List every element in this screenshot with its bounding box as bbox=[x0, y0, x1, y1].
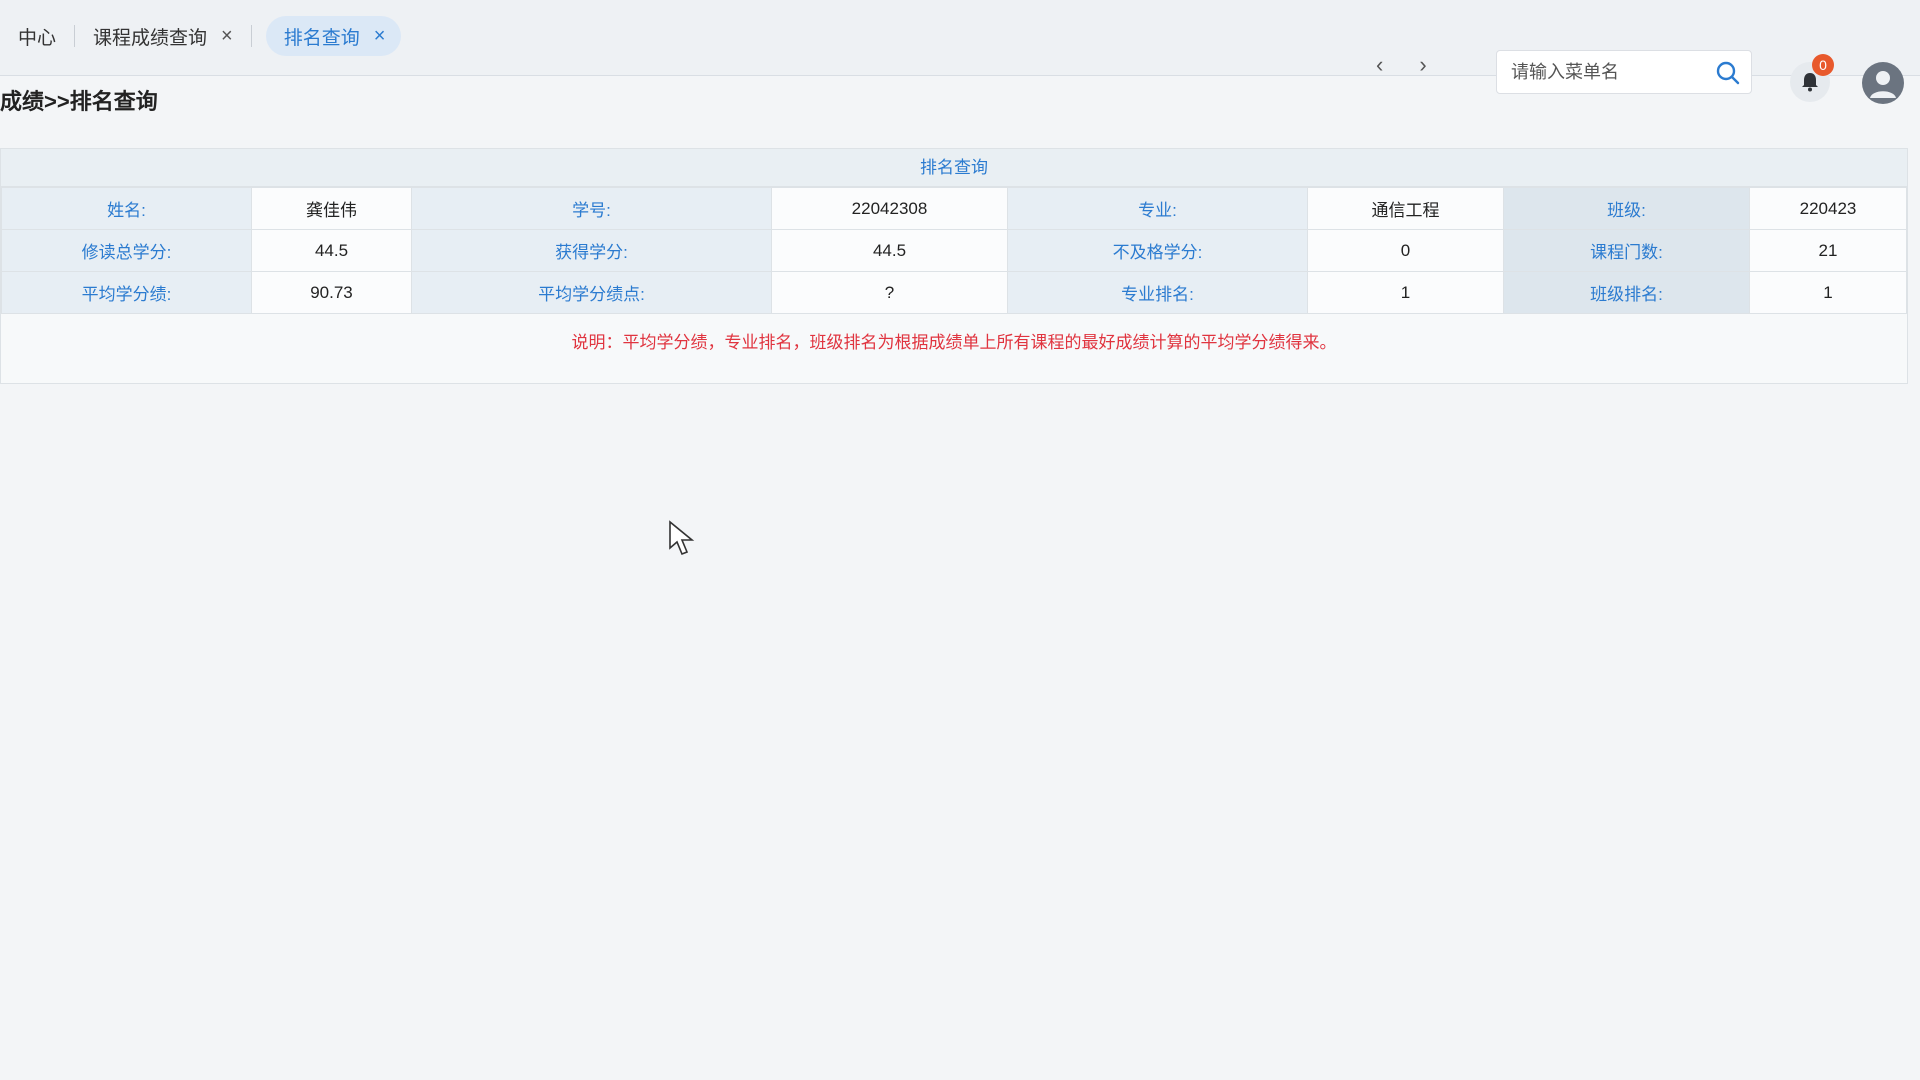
menu-search bbox=[1496, 50, 1752, 94]
major-rank-value: 1 bbox=[1307, 271, 1504, 314]
tab-label: 中心 bbox=[18, 27, 57, 49]
table-row: 修读总学分: 44.5 获得学分: 44.5 不及格学分: 0 课程门数: 21 bbox=[1, 229, 1907, 272]
gpa-value: ? bbox=[771, 271, 1008, 314]
close-icon[interactable]: × bbox=[221, 25, 233, 48]
failed-credits-label: 不及格学分: bbox=[1007, 229, 1308, 272]
course-count-label: 课程门数: bbox=[1503, 229, 1750, 272]
tab-strip: 中心 课程成绩查询 × 排名查询 × bbox=[0, 14, 402, 58]
class-label: 班级: bbox=[1503, 187, 1750, 230]
tab-course-grades[interactable]: 课程成绩查询 × bbox=[75, 16, 251, 56]
avg-score-value: 90.73 bbox=[251, 271, 412, 314]
gpa-label: 平均学分绩点: bbox=[411, 271, 772, 314]
tab-center[interactable]: 中心 bbox=[0, 16, 74, 56]
close-icon[interactable]: × bbox=[374, 25, 386, 48]
course-count-value: 21 bbox=[1749, 229, 1907, 272]
total-credits-label: 修读总学分: bbox=[1, 229, 252, 272]
name-label: 姓名: bbox=[1, 187, 252, 230]
tab-label: 排名查询 bbox=[283, 27, 360, 49]
tab-ranking[interactable]: 排名查询 × bbox=[265, 16, 402, 56]
major-label: 专业: bbox=[1007, 187, 1308, 230]
major-rank-label: 专业排名: bbox=[1007, 271, 1308, 314]
user-avatar-icon[interactable] bbox=[1862, 62, 1904, 104]
ranking-panel: 排名查询 姓名: 龚佳伟 学号: 22042308 专业: 通信工程 班级: 2… bbox=[0, 148, 1908, 384]
chevron-right-icon[interactable]: › bbox=[1419, 52, 1426, 78]
class-rank-label: 班级排名: bbox=[1503, 271, 1750, 314]
total-credits-value: 44.5 bbox=[251, 229, 412, 272]
search-icon[interactable] bbox=[1715, 60, 1741, 86]
ranking-note: 说明：平均学分绩，专业排名，班级排名为根据成绩单上所有课程的最好成绩计算的平均学… bbox=[571, 333, 1337, 352]
table-row: 平均学分绩: 90.73 平均学分绩点: ? 专业排名: 1 班级排名: 1 bbox=[1, 271, 1907, 314]
tab-scroll-controls: ‹ › bbox=[1376, 52, 1427, 78]
earned-credits-label: 获得学分: bbox=[411, 229, 772, 272]
major-value: 通信工程 bbox=[1307, 187, 1504, 230]
student-id-label: 学号: bbox=[411, 187, 772, 230]
earned-credits-value: 44.5 bbox=[771, 229, 1008, 272]
avg-score-label: 平均学分绩: bbox=[1, 271, 252, 314]
tab-label: 课程成绩查询 bbox=[93, 27, 208, 49]
panel-title: 排名查询 bbox=[1, 149, 1907, 187]
failed-credits-value: 0 bbox=[1307, 229, 1504, 272]
name-value: 龚佳伟 bbox=[251, 187, 412, 230]
tab-divider bbox=[250, 25, 252, 47]
ranking-table: 姓名: 龚佳伟 学号: 22042308 专业: 通信工程 班级: 220423… bbox=[1, 187, 1907, 314]
class-rank-value: 1 bbox=[1749, 271, 1907, 314]
mouse-cursor-icon bbox=[668, 520, 698, 565]
student-id-value: 22042308 bbox=[771, 187, 1008, 230]
table-row: 姓名: 龚佳伟 学号: 22042308 专业: 通信工程 班级: 220423 bbox=[1, 187, 1907, 230]
breadcrumb: 成绩>>排名查询 bbox=[0, 89, 158, 114]
search-input[interactable] bbox=[1511, 59, 1711, 85]
chevron-left-icon[interactable]: ‹ bbox=[1376, 52, 1383, 78]
class-value: 220423 bbox=[1749, 187, 1907, 230]
notification-badge: 0 bbox=[1812, 54, 1834, 76]
